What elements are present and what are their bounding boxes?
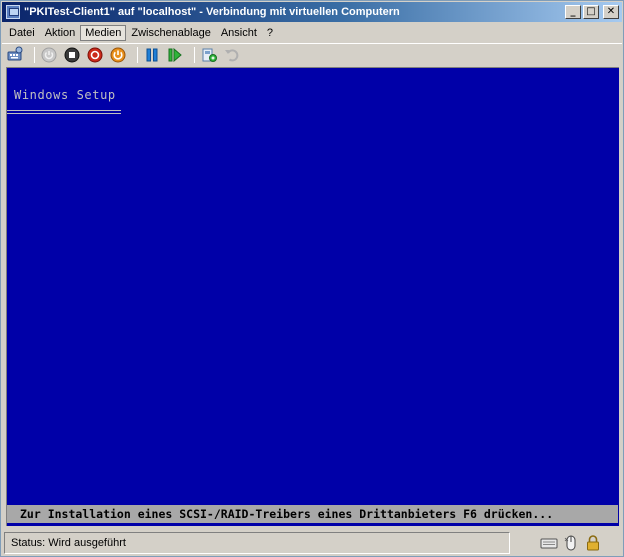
lock-icon xyxy=(587,534,599,550)
menu-datei[interactable]: Datei xyxy=(4,25,40,41)
mouse-icon xyxy=(564,535,576,550)
status-icons xyxy=(540,534,602,552)
toolbar xyxy=(2,43,622,65)
status-text: Status: Wird ausgeführt xyxy=(4,531,510,554)
vm-connection-app-icon xyxy=(6,5,20,19)
resume-icon xyxy=(168,47,182,62)
menu-medien[interactable]: Medien xyxy=(80,24,127,41)
vm-connection-window: "PKITest-Client1" auf "localhost" - Verb… xyxy=(0,0,624,557)
mouse-status xyxy=(562,534,580,552)
pause-button[interactable] xyxy=(143,46,161,64)
start-icon xyxy=(41,47,57,62)
close-button[interactable]: ✕ xyxy=(603,5,619,19)
virtual-machine-screen[interactable]: Windows Setup Zur Installation eines SCS… xyxy=(6,67,619,526)
toolbar-separator xyxy=(137,46,138,63)
pause-icon xyxy=(146,48,158,61)
title-bar[interactable]: "PKITest-Client1" auf "localhost" - Verb… xyxy=(2,2,622,22)
snapshot-button[interactable] xyxy=(200,46,218,64)
turn-off-icon xyxy=(64,47,80,62)
revert-icon xyxy=(225,48,239,61)
resume-button[interactable] xyxy=(166,46,184,64)
window-title: "PKITest-Client1" auf "localhost" - Verb… xyxy=(24,6,400,18)
shut-down-icon xyxy=(87,47,103,62)
power-icon xyxy=(110,47,126,62)
minimize-button[interactable]: _ xyxy=(565,5,581,19)
menu-aktion[interactable]: Aktion xyxy=(40,25,81,41)
lock-status xyxy=(584,534,602,552)
setup-hint-bar: Zur Installation eines SCSI-/RAID-Treibe… xyxy=(7,505,618,523)
menu-help[interactable]: ? xyxy=(262,25,278,41)
ctrl-alt-del-button[interactable] xyxy=(6,46,24,64)
toolbar-separator xyxy=(34,46,35,63)
toolbar-separator xyxy=(194,46,195,63)
setup-title: Windows Setup xyxy=(14,88,116,102)
snapshot-icon xyxy=(202,48,217,62)
maximize-button[interactable]: □ xyxy=(583,5,599,19)
ctrl-alt-del-icon xyxy=(7,46,23,60)
keyboard-icon xyxy=(540,538,558,548)
setup-title-underline xyxy=(7,110,121,114)
start-button[interactable] xyxy=(40,46,58,64)
power-button[interactable] xyxy=(109,46,127,64)
shut-down-button[interactable] xyxy=(86,46,104,64)
turn-off-button[interactable] xyxy=(63,46,81,64)
menu-ansicht[interactable]: Ansicht xyxy=(216,25,262,41)
menu-bar: Datei Aktion Medien Zwischenablage Ansic… xyxy=(2,23,622,42)
keyboard-status xyxy=(540,534,558,552)
revert-button[interactable] xyxy=(223,46,241,64)
status-bar: Status: Wird ausgeführt xyxy=(2,529,622,556)
window-controls: _ □ ✕ xyxy=(565,5,619,19)
menu-zwischenablage[interactable]: Zwischenablage xyxy=(126,25,216,41)
